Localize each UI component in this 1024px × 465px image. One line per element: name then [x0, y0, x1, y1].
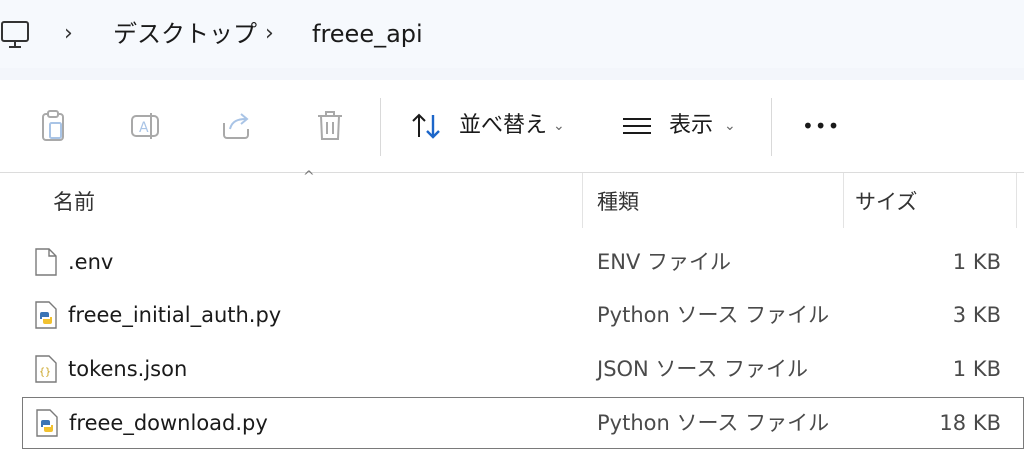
file-row-focused[interactable]: freee_download.py Python ソース ファイル 18 KB	[22, 397, 1024, 449]
column-divider[interactable]	[843, 173, 844, 228]
column-header-name[interactable]: 名前	[53, 187, 95, 217]
chevron-right-icon[interactable]: ›	[64, 17, 73, 51]
view-button[interactable]: 表示	[669, 111, 713, 141]
breadcrumb-item-desktop[interactable]: デスクトップ	[113, 17, 257, 51]
blank-file-icon	[34, 248, 58, 276]
json-file-icon: {}	[34, 355, 58, 383]
address-bar-spacer	[0, 68, 1024, 80]
view-list-icon[interactable]	[617, 106, 657, 146]
this-pc-icon[interactable]	[0, 20, 34, 50]
file-size: 1 KB	[952, 357, 1001, 381]
toolbar-divider	[771, 98, 772, 156]
column-header-type[interactable]: 種類	[597, 187, 639, 217]
file-size: 1 KB	[952, 250, 1001, 274]
delete-icon[interactable]	[310, 106, 350, 146]
file-type: ENV ファイル	[597, 250, 732, 274]
file-name: freee_download.py	[69, 411, 268, 435]
file-size: 3 KB	[952, 303, 1001, 327]
column-header-row: ^ 名前 種類 サイズ	[0, 169, 1024, 228]
command-bar: A 並べ替え ⌄ 表示 ⌄ •••	[0, 80, 1024, 173]
column-divider[interactable]	[1016, 173, 1017, 228]
chevron-down-icon[interactable]: ⌄	[553, 113, 565, 139]
file-name: .env	[68, 250, 114, 274]
share-icon[interactable]	[217, 106, 257, 146]
toolbar-divider	[380, 98, 381, 156]
svg-text:A: A	[139, 120, 149, 136]
python-file-icon	[34, 301, 58, 329]
file-row[interactable]: .env ENV ファイル 1 KB	[22, 237, 1024, 287]
sort-arrows-icon[interactable]	[406, 106, 448, 146]
rename-icon[interactable]: A	[126, 106, 166, 146]
column-divider[interactable]	[582, 173, 583, 228]
file-type: JSON ソース ファイル	[597, 357, 809, 381]
file-type: Python ソース ファイル	[597, 303, 830, 327]
address-bar: › デスクトップ › freee_api	[0, 0, 1024, 68]
file-name: tokens.json	[68, 357, 188, 381]
file-name: freee_initial_auth.py	[68, 303, 282, 327]
sort-button[interactable]: 並べ替え	[459, 111, 547, 141]
python-file-icon	[35, 409, 59, 437]
file-type: Python ソース ファイル	[597, 411, 830, 435]
file-row[interactable]: freee_initial_auth.py Python ソース ファイル 3 …	[22, 290, 1024, 340]
sort-ascending-indicator-icon: ^	[303, 169, 315, 185]
column-header-size[interactable]: サイズ	[855, 187, 917, 217]
paste-icon[interactable]	[33, 106, 73, 146]
chevron-right-icon[interactable]: ›	[265, 17, 274, 51]
chevron-down-icon[interactable]: ⌄	[724, 113, 736, 139]
svg-text:{}: {}	[39, 367, 51, 378]
file-size: 18 KB	[939, 411, 1001, 435]
breadcrumb-item-current-folder[interactable]: freee_api	[312, 17, 423, 51]
file-row[interactable]: {} tokens.json JSON ソース ファイル 1 KB	[22, 344, 1024, 394]
more-options-button[interactable]: •••	[802, 111, 840, 141]
